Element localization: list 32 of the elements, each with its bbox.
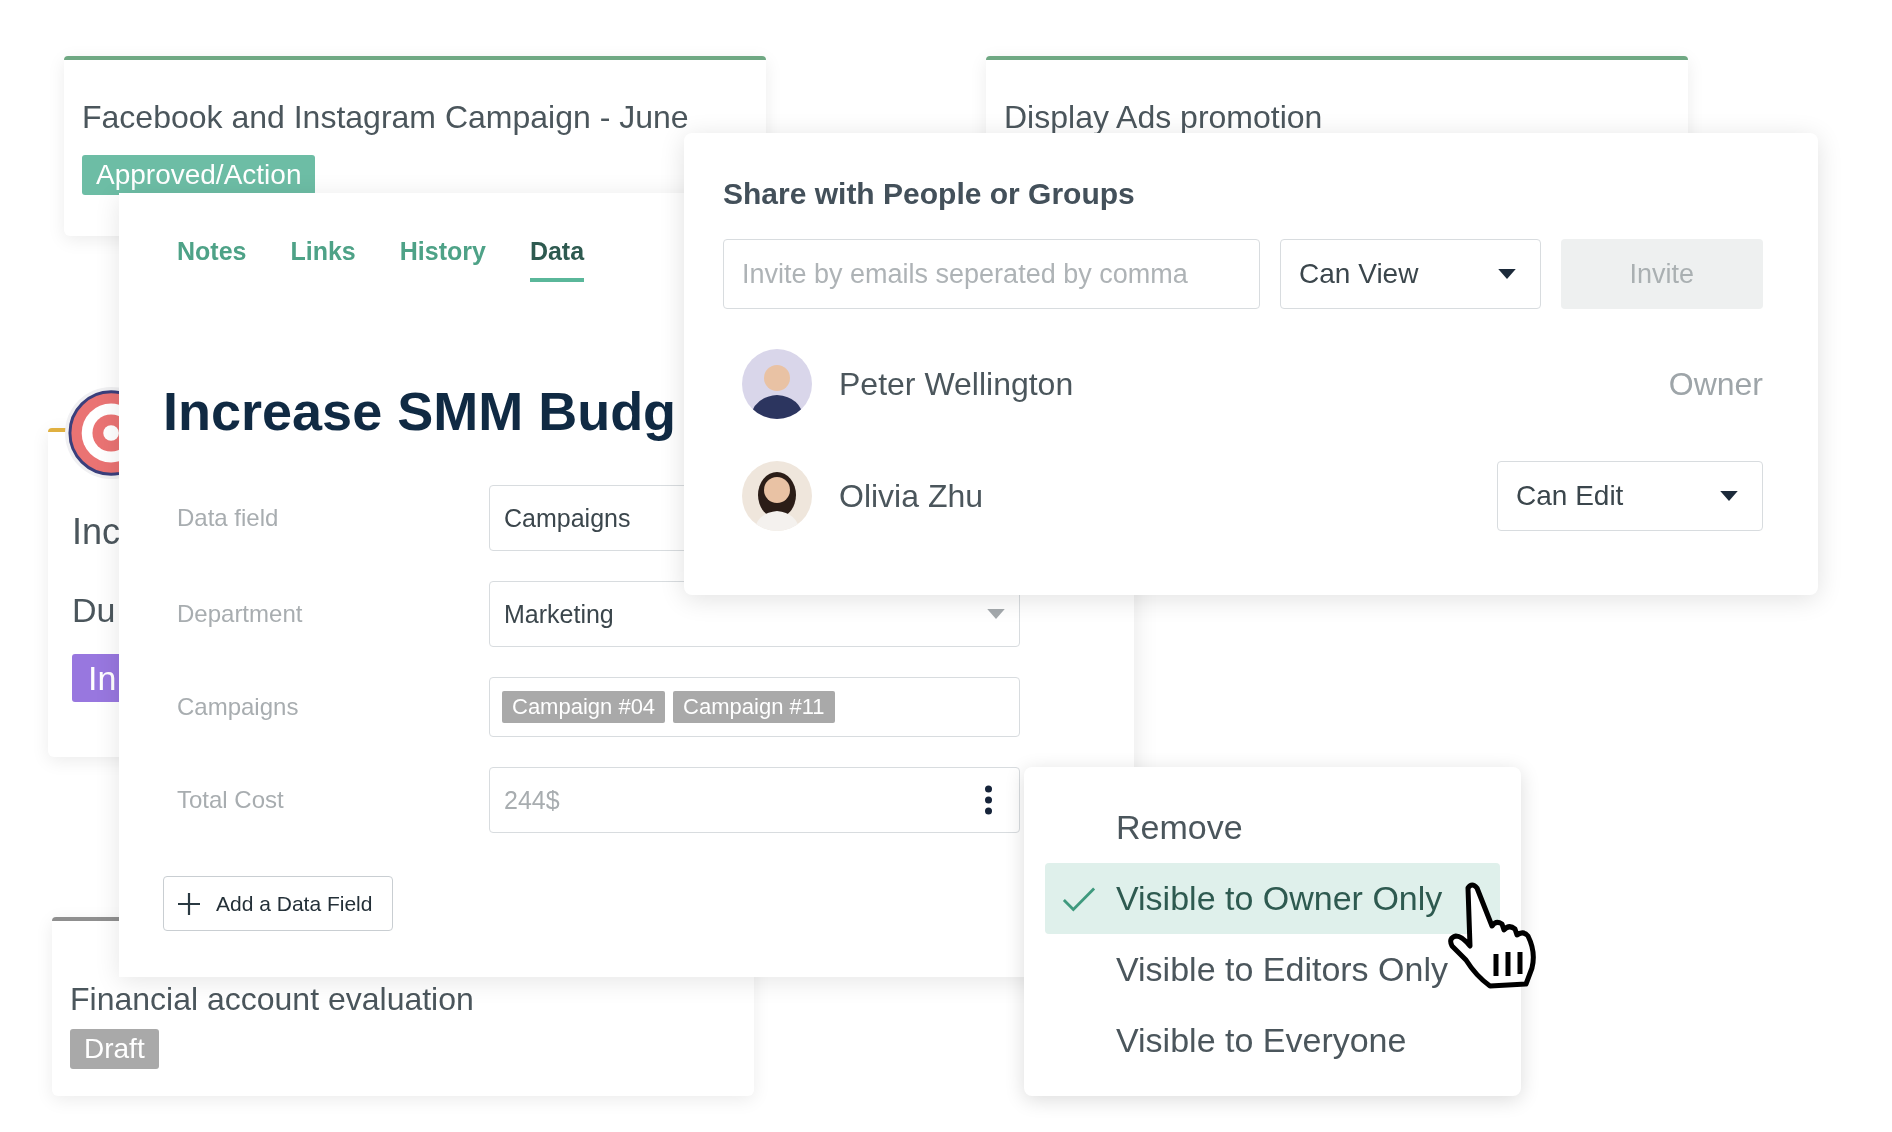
add-field-button[interactable]: Add a Data Field: [163, 876, 394, 931]
card-title: Financial account evaluation: [70, 980, 474, 1019]
field-label: Department: [177, 600, 304, 628]
field-label: Total Cost: [177, 786, 285, 814]
card-subtitle: Du: [72, 590, 116, 630]
person-name: Olivia Zhu: [839, 477, 985, 515]
campaign-tag: Campaign #11: [673, 691, 835, 723]
check-icon: [1062, 885, 1096, 912]
panel-title: Share with People or Groups: [723, 176, 1136, 212]
caret-icon: [987, 609, 1005, 619]
campaign-tag: Campaign #04: [502, 691, 666, 723]
field-label: Data field: [177, 504, 280, 532]
caret-icon: [1720, 491, 1738, 501]
menu-item[interactable]: Remove: [1045, 792, 1500, 863]
email-field[interactable]: Invite by emails seperated by comma: [723, 239, 1261, 309]
person-name: Peter Wellington: [839, 365, 1075, 403]
role-label: Owner: [1668, 365, 1763, 403]
field-label: Campaigns: [177, 693, 300, 721]
plus-icon: [178, 892, 200, 915]
menu-item[interactable]: Visible to Everyone: [1045, 1005, 1500, 1076]
card-title: Facebook and Instagram Campaign - June: [82, 98, 689, 137]
tab[interactable]: Data: [529, 237, 585, 282]
more-icon[interactable]: [984, 785, 993, 815]
record-title: Increase SMM Budg: [163, 380, 677, 443]
card-title: Display Ads promotion: [1004, 98, 1323, 137]
menu-item[interactable]: Visible to Owner Only: [1045, 863, 1500, 934]
permission-select[interactable]: Can View: [1280, 239, 1541, 309]
card-title: Inc: [72, 512, 121, 552]
role-select[interactable]: Can Edit: [1497, 461, 1763, 531]
caret-icon: [1497, 269, 1516, 279]
status-tag: Draft: [70, 1029, 159, 1069]
status-tag: Approved/Action: [82, 155, 316, 195]
